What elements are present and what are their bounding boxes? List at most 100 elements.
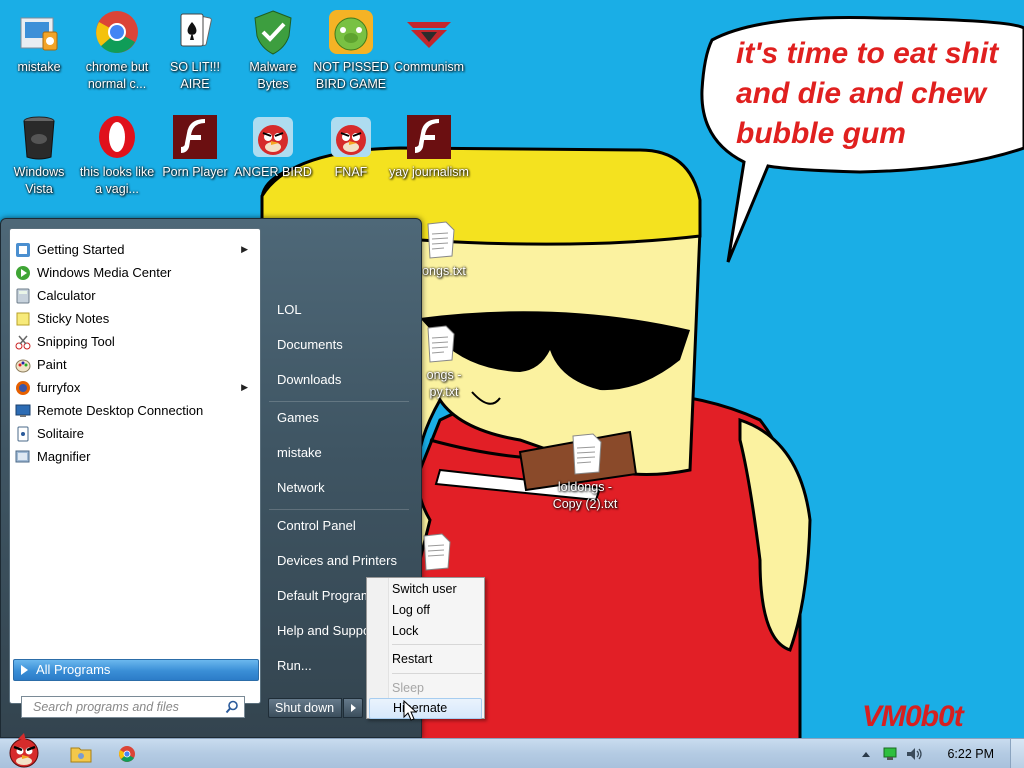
wallpaper-caption: it's time to eat shit and die and chew b… [736, 37, 999, 150]
program-solitaire[interactable]: Solitaire [12, 422, 258, 445]
start-link-lol[interactable]: LOL [269, 295, 414, 325]
desktop-icon-label: NOT PISSED BIRD GAME [313, 60, 389, 91]
desktop-icon-communism[interactable]: Communism [389, 8, 469, 76]
program-label: Calculator [37, 288, 96, 303]
desktop-icon-label: Malware Bytes [249, 60, 297, 91]
desktop-icon-porn-player[interactable]: Porn Player [155, 113, 235, 181]
desktop-icon-malware-bytes[interactable]: Malware Bytes [233, 8, 313, 93]
desktop-icon-chrome[interactable]: chrome but normal c... [77, 8, 157, 93]
getting-started-icon [15, 242, 31, 258]
program-sticky-notes[interactable]: Sticky Notes [12, 307, 258, 330]
desktop-icon-fnaf[interactable]: FNAF [311, 113, 391, 181]
menu-item-switch-user[interactable]: Switch user [369, 579, 482, 600]
shutdown-button[interactable]: Shut down [268, 698, 342, 718]
angry-bird-start-icon [9, 733, 39, 768]
desktop-icon-label: yay journalism [389, 165, 469, 179]
all-programs-label: All Programs [36, 662, 111, 677]
program-label: Snipping Tool [37, 334, 115, 349]
desktop-file-label: loldongs - Copy (2).txt [552, 480, 618, 511]
search-input[interactable]: Search programs and files [21, 696, 245, 718]
wallpaper-signature: VM0b0t [862, 700, 964, 733]
program-label: Sticky Notes [37, 311, 110, 326]
start-menu: Getting Started ▶ Windows Media Center C… [0, 218, 422, 738]
menu-item-log-off[interactable]: Log off [369, 600, 482, 621]
network-status-button[interactable] [881, 745, 899, 763]
program-label: Windows Media Center [37, 265, 172, 280]
start-link-documents[interactable]: Documents [269, 330, 414, 360]
desktop-icon-so-lit-aire[interactable]: SO LIT!!! AIRE [155, 8, 235, 93]
taskbar-explorer-button[interactable] [68, 742, 94, 766]
desktop-icon-not-pissed-bird-game[interactable]: NOT PISSED BIRD GAME [311, 8, 391, 93]
angry-bird-icon [249, 113, 297, 161]
recycle-bin-icon [15, 113, 63, 161]
start-link-devices-printers[interactable]: Devices and Printers [269, 546, 414, 576]
media-center-icon [15, 265, 31, 281]
separator [269, 401, 409, 402]
menu-item-lock[interactable]: Lock [369, 621, 482, 642]
text-file-icon [420, 220, 458, 260]
opera-icon [93, 113, 141, 161]
desktop-icon-label: Communism [393, 60, 465, 74]
sticky-notes-icon [15, 311, 31, 327]
flash-icon [171, 113, 219, 161]
menu-item-hibernate[interactable]: Hibernate [369, 698, 482, 719]
program-label: Getting Started [37, 242, 125, 257]
show-desktop-button[interactable] [1010, 739, 1024, 768]
submenu-arrow-icon: ▶ [241, 382, 248, 392]
program-snipping-tool[interactable]: Snipping Tool [12, 330, 258, 353]
start-link-games[interactable]: Games [269, 403, 414, 433]
start-link-control-panel[interactable]: Control Panel [269, 511, 414, 541]
taskbar: 6:22 PM [0, 733, 1024, 768]
cards-icon [15, 426, 31, 442]
program-furryfox[interactable]: furryfox ▶ [12, 376, 258, 399]
taskbar-chrome-button[interactable] [114, 742, 140, 766]
explorer-icon [70, 747, 92, 763]
show-hidden-icons-button[interactable] [858, 745, 874, 763]
program-windows-media-center[interactable]: Windows Media Center [12, 261, 258, 284]
search-icon[interactable] [225, 700, 239, 714]
clock[interactable]: 6:22 PM [947, 739, 994, 768]
angry-bird-icon [327, 113, 375, 161]
program-remote-desktop[interactable]: Remote Desktop Connection [12, 399, 258, 422]
program-label: Magnifier [37, 449, 91, 464]
desktop-icon-yay-journalism[interactable]: yay journalism [389, 113, 469, 181]
program-calculator[interactable]: Calculator [12, 284, 258, 307]
start-link-downloads[interactable]: Downloads [269, 365, 414, 395]
program-label: Paint [37, 357, 67, 372]
show-hidden-icon [862, 752, 870, 757]
desktop-file-3[interactable]: loldongs - Copy (2).txt [545, 432, 625, 513]
desktop-icon-label: mistake [17, 60, 61, 74]
desktop-icon-opera[interactable]: this looks like a vagi... [77, 113, 157, 198]
start-link-mistake[interactable]: mistake [269, 438, 414, 468]
menu-item-sleep: Sleep [392, 681, 424, 695]
desktop-icon-anger-bird[interactable]: ANGER BIRD [233, 113, 313, 181]
search-placeholder: Search programs and files [33, 700, 179, 714]
program-label: Remote Desktop Connection [37, 403, 204, 418]
folder-media-icon [15, 8, 63, 56]
start-link-network[interactable]: Network [269, 473, 414, 503]
program-label: furryfox [37, 380, 81, 395]
separator [269, 509, 409, 510]
desktop-icon-label: Porn Player [162, 165, 228, 179]
all-programs-button[interactable]: All Programs [13, 659, 259, 681]
expand-arrow-icon [21, 665, 28, 675]
mouse-cursor-icon [403, 700, 417, 721]
program-magnifier[interactable]: Magnifier [12, 445, 258, 468]
start-button[interactable] [4, 731, 44, 768]
program-paint[interactable]: Paint [12, 353, 258, 376]
chrome-icon [119, 746, 135, 762]
desktop-icon-windows-vista[interactable]: Windows Vista [0, 113, 79, 198]
remote-desktop-icon [15, 403, 31, 419]
program-getting-started[interactable]: Getting Started ▶ [12, 238, 258, 261]
menu-item-restart[interactable]: Restart [369, 649, 482, 670]
desktop-icon-mistake[interactable]: mistake [0, 8, 79, 76]
scissors-icon [15, 334, 31, 350]
firefox-icon [15, 380, 31, 396]
shutdown-options-button[interactable] [343, 698, 363, 718]
volume-button[interactable] [904, 745, 924, 763]
separator [392, 644, 482, 645]
programs-pane: Getting Started ▶ Windows Media Center C… [9, 228, 261, 704]
flash-icon [405, 113, 453, 161]
text-file-icon [565, 432, 605, 476]
calculator-icon [15, 288, 31, 304]
